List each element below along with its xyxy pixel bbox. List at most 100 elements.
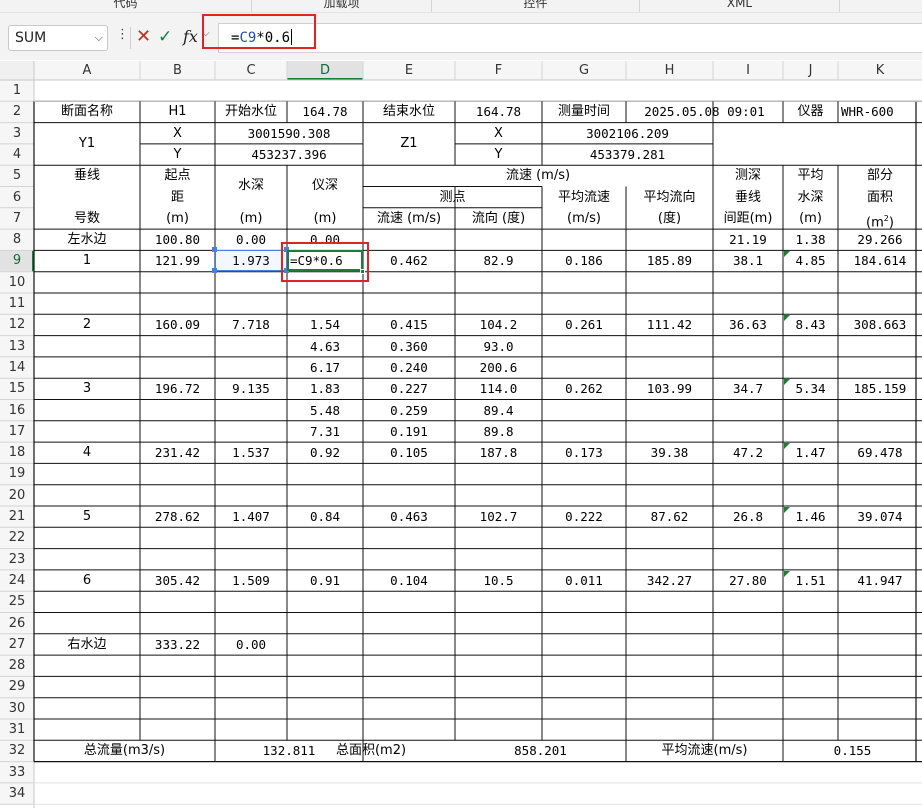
cell-h14[interactable] xyxy=(626,357,713,378)
cell-k27[interactable] xyxy=(838,634,922,655)
cell-j13[interactable] xyxy=(783,336,838,357)
cell-h9[interactable]: 185.89 xyxy=(626,250,713,271)
cell-b14[interactable] xyxy=(140,357,215,378)
cell-j27[interactable] xyxy=(783,634,838,655)
y1-x-label[interactable]: X xyxy=(140,123,215,144)
cell-c8[interactable]: 0.00 xyxy=(215,229,287,250)
cell-b9[interactable]: 121.99 xyxy=(140,250,215,271)
cell-a24[interactable]: 6 xyxy=(34,570,140,591)
cell-b8[interactable]: 100.80 xyxy=(140,229,215,250)
cell-c15[interactable]: 9.135 xyxy=(215,378,287,399)
header-partial-area-1[interactable]: 部分 xyxy=(838,165,922,186)
header-vertical-line[interactable]: 垂线 xyxy=(34,165,140,186)
z1-x-value[interactable]: 3002106.209 xyxy=(542,123,713,144)
cell-a9[interactable]: 1 xyxy=(34,250,140,271)
cell-k15[interactable]: 185.159 xyxy=(838,378,922,399)
cell-f17[interactable]: 89.8 xyxy=(455,421,542,442)
header-sounding-2[interactable]: 垂线 xyxy=(713,187,783,208)
cell-e21[interactable]: 0.463 xyxy=(363,506,455,527)
cell-g9[interactable]: 0.186 xyxy=(542,250,626,271)
cell-d21[interactable]: 0.84 xyxy=(287,506,363,527)
cell-h16[interactable] xyxy=(626,400,713,421)
cell-g17[interactable] xyxy=(542,421,626,442)
cell-d16[interactable]: 5.48 xyxy=(287,400,363,421)
cell-c13[interactable] xyxy=(215,336,287,357)
cell-k9[interactable]: 184.614 xyxy=(838,250,922,271)
cell-i14[interactable] xyxy=(713,357,783,378)
cell-e12[interactable]: 0.415 xyxy=(363,314,455,335)
header-depth[interactable]: 水深 xyxy=(215,165,287,208)
y1-y-label[interactable]: Y xyxy=(140,144,215,165)
cell-c14[interactable] xyxy=(215,357,287,378)
cell-e15[interactable]: 0.227 xyxy=(363,378,455,399)
ribbon-group-code[interactable]: 代码 xyxy=(0,0,252,12)
spreadsheet-grid[interactable]: A B C D E F G H I J K 1 2 3 4 5 6 7 8 9 10 11 12 13 14 15 16 17 18 19… xyxy=(0,60,922,808)
cell-i17[interactable] xyxy=(713,421,783,442)
cell-k24[interactable]: 41.947 xyxy=(838,570,922,591)
cell-k18[interactable]: 69.478 xyxy=(838,442,922,463)
z1-x-label[interactable]: X xyxy=(455,123,542,144)
cell-b12[interactable]: 160.09 xyxy=(140,314,215,335)
cell-j24[interactable]: 1.51 xyxy=(783,570,838,591)
cell-c24[interactable]: 1.509 xyxy=(215,570,287,591)
chevron-down-icon[interactable]: ⌵ xyxy=(95,26,103,50)
cell-f15[interactable]: 114.0 xyxy=(455,378,542,399)
cell-g27[interactable] xyxy=(542,634,626,655)
cell-h18[interactable]: 39.38 xyxy=(626,442,713,463)
header-measure-point[interactable]: 测点 xyxy=(363,187,542,208)
cell-a21[interactable]: 5 xyxy=(34,506,140,527)
cell-a27[interactable]: 右水边 xyxy=(34,634,140,655)
cell-f14[interactable]: 200.6 xyxy=(455,357,542,378)
header-average-depth-1[interactable]: 平均 xyxy=(783,165,838,186)
measure-time-label[interactable]: 测量时间 xyxy=(542,101,626,122)
cell-f12[interactable]: 104.2 xyxy=(455,314,542,335)
cell-g18[interactable]: 0.173 xyxy=(542,442,626,463)
cell-e24[interactable]: 0.104 xyxy=(363,570,455,591)
cell-d27[interactable] xyxy=(287,634,363,655)
header-average-direction[interactable]: 平均流向 xyxy=(626,187,713,208)
cell-j17[interactable] xyxy=(783,421,838,442)
cell-d24[interactable]: 0.91 xyxy=(287,570,363,591)
instrument-value[interactable]: WHR-600 xyxy=(838,101,922,122)
cell-k16[interactable] xyxy=(838,400,922,421)
total-flow-label[interactable]: 总流量(m3/s) xyxy=(34,740,215,761)
cell-b13[interactable] xyxy=(140,336,215,357)
reference-resize-handle[interactable] xyxy=(212,247,217,253)
ribbon-group-addins[interactable]: 加载项 xyxy=(252,0,432,12)
cell-k14[interactable] xyxy=(838,357,922,378)
more-options-icon[interactable]: ⋮ xyxy=(116,27,129,42)
cell-g13[interactable] xyxy=(542,336,626,357)
cell-h15[interactable]: 103.99 xyxy=(626,378,713,399)
cell-c16[interactable] xyxy=(215,400,287,421)
header-start-distance-1[interactable]: 起点 xyxy=(140,165,215,186)
cell-i27[interactable] xyxy=(713,634,783,655)
cell-i9[interactable]: 38.1 xyxy=(713,250,783,271)
error-indicator-icon[interactable] xyxy=(784,443,790,450)
cell-e27[interactable] xyxy=(363,634,455,655)
cell-e13[interactable]: 0.360 xyxy=(363,336,455,357)
cell-c21[interactable]: 1.407 xyxy=(215,506,287,527)
cell-a14[interactable] xyxy=(34,357,140,378)
header-depth-unit[interactable]: (m) xyxy=(215,208,287,229)
error-indicator-icon[interactable] xyxy=(784,379,790,386)
cell-c27[interactable]: 0.00 xyxy=(215,634,287,655)
cancel-icon[interactable]: ✕ xyxy=(136,25,151,49)
reference-resize-handle[interactable] xyxy=(212,268,217,274)
cell-g8[interactable] xyxy=(542,229,626,250)
cell-g12[interactable]: 0.261 xyxy=(542,314,626,335)
cell-d18[interactable]: 0.92 xyxy=(287,442,363,463)
y1-x-value[interactable]: 3001590.308 xyxy=(215,123,363,144)
error-indicator-icon[interactable] xyxy=(784,570,790,577)
cell-c18[interactable]: 1.537 xyxy=(215,442,287,463)
ribbon-group-controls[interactable]: 控件 xyxy=(432,0,640,12)
header-point-direction[interactable]: 流向 (度) xyxy=(455,208,542,229)
cell-a15[interactable]: 3 xyxy=(34,378,140,399)
cell-b24[interactable]: 305.42 xyxy=(140,570,215,591)
cell-a18[interactable]: 4 xyxy=(34,442,140,463)
section-name-value[interactable]: H1 xyxy=(140,101,215,122)
cell-d12[interactable]: 1.54 xyxy=(287,314,363,335)
total-area-value[interactable]: 858.201 xyxy=(455,740,626,761)
cell-f13[interactable]: 93.0 xyxy=(455,336,542,357)
cell-g15[interactable]: 0.262 xyxy=(542,378,626,399)
instrument-label[interactable]: 仪器 xyxy=(783,101,838,122)
